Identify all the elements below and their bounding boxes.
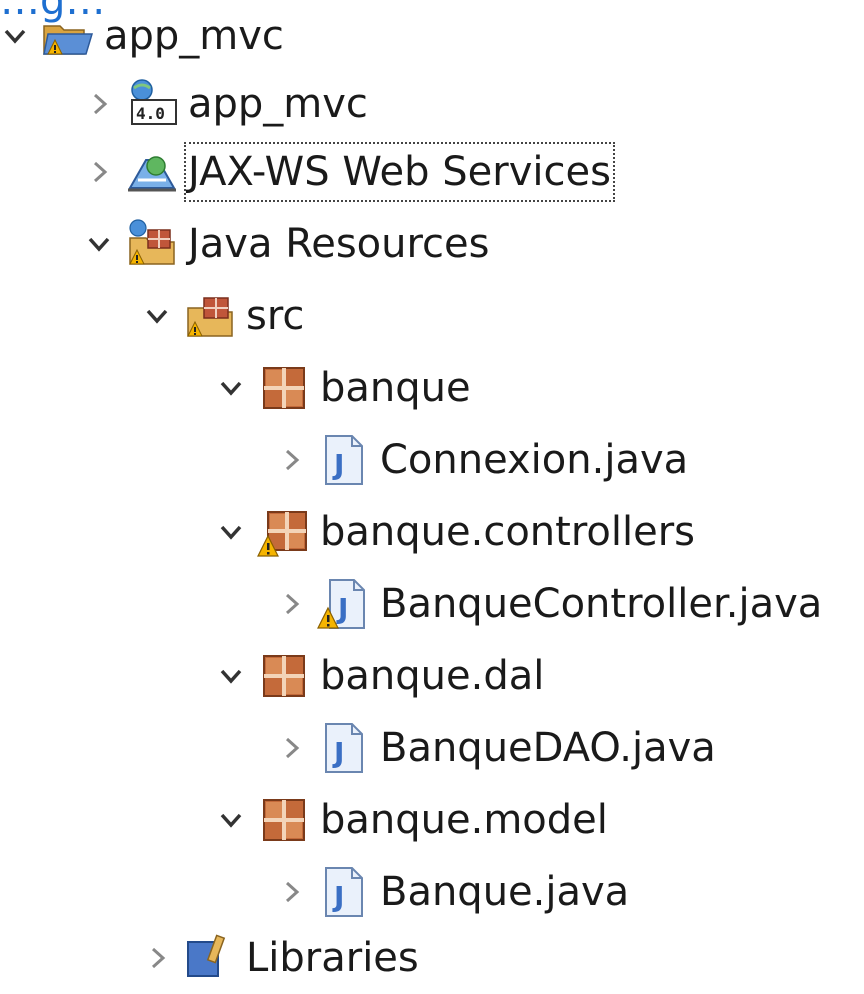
tree-item-libraries[interactable]: Libraries <box>142 922 421 994</box>
tree-item-connexion-java[interactable]: J Connexion.java <box>276 424 690 496</box>
svg-text:J: J <box>332 880 344 913</box>
java-file-warning-icon: J <box>316 576 372 632</box>
chevron-right-icon[interactable] <box>276 733 306 763</box>
svg-text:J: J <box>332 448 344 481</box>
chevron-down-icon[interactable] <box>216 661 246 691</box>
tree-item-label: JAX-WS Web Services <box>184 142 615 202</box>
tree-item-label: Banque.java <box>380 869 630 915</box>
tree-item-package-banque-model[interactable]: banque.model <box>216 784 610 856</box>
package-icon <box>256 792 312 848</box>
tree-item-package-banque[interactable]: banque <box>216 352 473 424</box>
project-explorer-tree: app_mvc 4.0 app_mvc JAX-WS Web Services … <box>0 0 864 981</box>
tree-item-banque-java[interactable]: J Banque.java <box>276 856 631 928</box>
package-warning-icon <box>256 504 312 560</box>
web-services-icon <box>124 144 180 200</box>
chevron-right-icon[interactable] <box>142 943 172 973</box>
chevron-right-icon[interactable] <box>84 157 114 187</box>
package-icon <box>256 648 312 704</box>
tree-item-package-banque-dal[interactable]: banque.dal <box>216 640 546 712</box>
deployment-descriptor-icon: 4.0 <box>124 76 180 132</box>
tree-item-label: Java Resources <box>188 221 490 267</box>
tree-item-label: Connexion.java <box>380 437 689 483</box>
chevron-down-icon[interactable] <box>142 301 172 331</box>
tree-item-label: app_mvc <box>104 13 284 59</box>
chevron-down-icon[interactable] <box>0 21 30 51</box>
source-folder-icon <box>182 288 238 344</box>
java-file-icon: J <box>316 864 372 920</box>
chevron-down-icon[interactable] <box>84 229 114 259</box>
tree-item-label: BanqueController.java <box>380 581 823 627</box>
tree-item-src[interactable]: src <box>142 280 306 352</box>
tree-item-label: BanqueDAO.java <box>380 725 716 771</box>
chevron-down-icon[interactable] <box>216 373 246 403</box>
svg-text:J: J <box>332 736 344 769</box>
tree-item-banquecontroller-java[interactable]: J BanqueController.java <box>276 568 824 640</box>
project-icon <box>40 8 96 64</box>
chevron-down-icon[interactable] <box>216 805 246 835</box>
tree-item-banquedao-java[interactable]: J BanqueDAO.java <box>276 712 718 784</box>
svg-text:4.0: 4.0 <box>136 104 165 123</box>
tree-item-label: app_mvc <box>188 81 368 127</box>
chevron-right-icon[interactable] <box>276 877 306 907</box>
tree-item-java-resources[interactable]: Java Resources <box>84 208 491 280</box>
tree-item-label: src <box>246 293 305 339</box>
tree-item-project[interactable]: app_mvc <box>0 0 286 72</box>
tree-item-label: banque.controllers <box>320 509 695 555</box>
tree-item-label: banque.dal <box>320 653 545 699</box>
tree-item-label: Libraries <box>246 935 419 981</box>
tree-item-label: banque.model <box>320 797 608 843</box>
chevron-right-icon[interactable] <box>276 445 306 475</box>
chevron-down-icon[interactable] <box>216 517 246 547</box>
tree-item-jax-ws-web-services[interactable]: JAX-WS Web Services <box>84 136 615 208</box>
java-file-icon: J <box>316 720 372 776</box>
tree-item-label: banque <box>320 365 471 411</box>
package-icon <box>256 360 312 416</box>
svg-text:J: J <box>336 592 348 625</box>
libraries-icon <box>182 930 238 986</box>
chevron-right-icon[interactable] <box>276 589 306 619</box>
tree-item-package-banque-controllers[interactable]: banque.controllers <box>216 496 697 568</box>
java-resources-icon <box>124 216 180 272</box>
chevron-right-icon[interactable] <box>84 89 114 119</box>
tree-item-deployment-descriptor[interactable]: 4.0 app_mvc <box>84 68 370 140</box>
java-file-icon: J <box>316 432 372 488</box>
